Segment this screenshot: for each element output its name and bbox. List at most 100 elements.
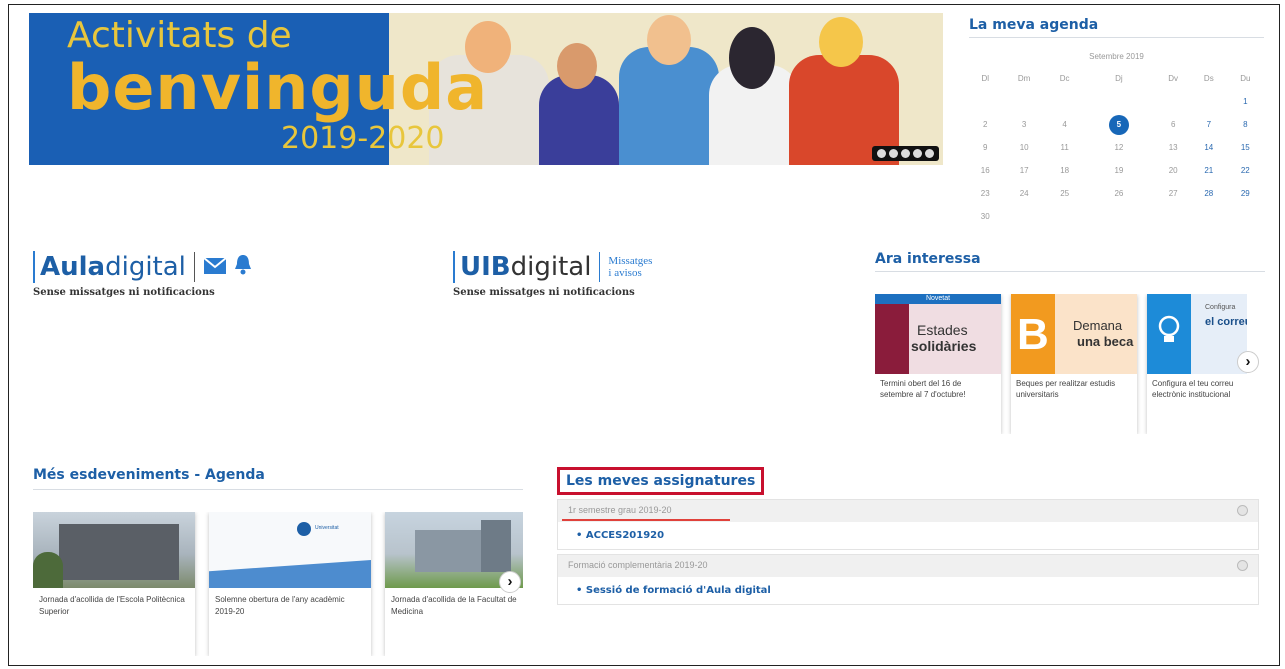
lightbulb-icon: [1155, 314, 1183, 353]
calendar-day: [1001, 205, 1046, 228]
calendar-day[interactable]: 17: [1001, 159, 1046, 182]
calendar-day[interactable]: 20: [1155, 159, 1191, 182]
course-link[interactable]: • Sessió de formació d'Aula digital: [558, 577, 1258, 604]
calendar-day: [1082, 90, 1155, 113]
calendar-day[interactable]: 26: [1082, 182, 1155, 205]
calendar-day[interactable]: 13: [1155, 136, 1191, 159]
aula-digital-logo[interactable]: Aula digital: [33, 251, 253, 283]
esdeveniments-carousel: Jornada d'acollida de l'Escola Politècni…: [33, 512, 523, 656]
calendar-day: [1191, 90, 1227, 113]
calendar-day[interactable]: 22: [1227, 159, 1264, 182]
calendar-day: [1047, 205, 1083, 228]
bell-icon[interactable]: [233, 252, 253, 282]
calendar-day[interactable]: 24: [1001, 182, 1046, 205]
calendar-day[interactable]: 14: [1191, 136, 1227, 159]
calendar-day[interactable]: 21: [1191, 159, 1227, 182]
annotation-underline: [562, 519, 730, 521]
calendar-weekday: Dc: [1059, 74, 1070, 83]
calendar-day[interactable]: 12: [1082, 136, 1155, 159]
prev-icon[interactable]: [889, 149, 898, 158]
calendar-day[interactable]: 7: [1191, 113, 1227, 136]
calendar-month: Setembre 2019: [1089, 52, 1144, 61]
agenda-panel: La meva agenda Setembre 2019 Dl Dm Dc Dj Dv D…: [969, 17, 1264, 228]
calendar-day[interactable]: 29: [1227, 182, 1264, 205]
esdeveniments-next-button[interactable]: ›: [499, 571, 521, 593]
course-link[interactable]: • ACCES201920: [558, 522, 1258, 549]
assignatures-title[interactable]: Les meves assignatures: [566, 473, 755, 489]
slider-controls[interactable]: [872, 146, 939, 161]
event-card[interactable]: Jornada d'acollida de l'Escola Politècni…: [33, 512, 195, 656]
uib-digital-block: UIB digital Missatges i avisos Sense miss…: [453, 251, 652, 298]
calendar-day[interactable]: 30: [969, 205, 1001, 228]
interessa-next-button[interactable]: ›: [1237, 351, 1259, 373]
calendar-weekday: Ds: [1203, 74, 1214, 83]
interessa-card[interactable]: Configura el correu Configura el teu cor…: [1147, 294, 1247, 434]
calendar-day: [1082, 205, 1155, 228]
calendar-day: [1155, 205, 1191, 228]
course-group-header[interactable]: Formació complementària 2019-20: [558, 555, 1258, 577]
calendar-weekday: Dj: [1115, 74, 1123, 83]
calendar-weekday: Du: [1240, 74, 1251, 83]
calendar-weekday: Dm: [1017, 74, 1031, 83]
esdeveniments-panel: Més esdeveniments - Agenda Jornada d'aco…: [33, 467, 523, 656]
aula-notice: Sense missatges ni notificacions: [33, 287, 215, 298]
calendar-day: [1155, 90, 1191, 113]
aula-digital-block: Aula digital Sense missatges ni notificac…: [33, 251, 253, 298]
calendar-day[interactable]: 19: [1082, 159, 1155, 182]
calendar-day[interactable]: 1: [1227, 90, 1264, 113]
calendar-weekday: Dv: [1168, 74, 1179, 83]
interessa-carousel: Novetat Estades solidàries Termini obert…: [875, 294, 1247, 434]
esdeveniments-title: Més esdeveniments - Agenda: [33, 467, 265, 483]
interessa-card[interactable]: Novetat Estades solidàries Termini obert…: [875, 294, 1001, 434]
calendar-day[interactable]: 10: [1001, 136, 1046, 159]
calendar-day[interactable]: 5: [1082, 113, 1155, 136]
messages-link[interactable]: Missatges i avisos: [608, 255, 652, 279]
calendar-day[interactable]: 27: [1155, 182, 1191, 205]
next-icon[interactable]: [925, 149, 934, 158]
welcome-banner[interactable]: Activitats de benvinguda 2019-2020: [29, 13, 943, 165]
ara-interessa-panel: Ara interessa Novetat Estades solidàries…: [875, 251, 1265, 434]
uib-notice: Sense missatges ni notificacions: [453, 287, 635, 298]
dot-icon[interactable]: [901, 149, 910, 158]
calendar-day: [969, 90, 1001, 113]
collapse-toggle-icon[interactable]: [1237, 560, 1248, 571]
calendar-day: [1001, 90, 1046, 113]
agenda-title: La meva agenda: [969, 17, 1099, 33]
assignatures-title-highlight: Les meves assignatures: [557, 467, 765, 495]
calendar-today[interactable]: 5: [1108, 114, 1129, 135]
calendar-day[interactable]: 6: [1155, 113, 1191, 136]
calendar-day[interactable]: 2: [969, 113, 1001, 136]
course-group: 1r semestre grau 2019-20 • ACCES201920: [557, 499, 1259, 550]
calendar-day[interactable]: 15: [1227, 136, 1264, 159]
page-frame: Activitats de benvinguda 2019-2020 La me…: [8, 4, 1280, 666]
calendar-day: [1047, 90, 1083, 113]
calendar-day[interactable]: 18: [1047, 159, 1083, 182]
calendar-day: [1191, 205, 1227, 228]
banner-line-1: Activitats de: [67, 15, 292, 56]
calendar: Setembre 2019 Dl Dm Dc Dj Dv Ds Du 1 2 3 4 5 6 7 8 9 10…: [969, 52, 1264, 228]
calendar-day[interactable]: 16: [969, 159, 1001, 182]
uib-digital-logo[interactable]: UIB digital Missatges i avisos: [453, 251, 652, 283]
course-group: Formació complementària 2019-20 • Sessió…: [557, 554, 1259, 605]
calendar-day[interactable]: 8: [1227, 113, 1264, 136]
pause-icon[interactable]: [877, 149, 886, 158]
course-group-header[interactable]: 1r semestre grau 2019-20: [558, 500, 1258, 522]
calendar-day[interactable]: 25: [1047, 182, 1083, 205]
calendar-weekday: Dl: [981, 74, 989, 83]
banner-year: 2019-2020: [281, 121, 445, 156]
event-card[interactable]: Universitat Solemne obertura de l'any ac…: [209, 512, 371, 656]
ara-interessa-title: Ara interessa: [875, 251, 981, 267]
calendar-day[interactable]: 11: [1047, 136, 1083, 159]
assignatures-panel: Les meves assignatures 1r semestre grau …: [557, 467, 1259, 605]
calendar-day[interactable]: 23: [969, 182, 1001, 205]
banner-line-2: benvinguda: [67, 51, 489, 124]
envelope-icon[interactable]: [203, 252, 227, 282]
calendar-day: [1227, 205, 1264, 228]
calendar-day[interactable]: 4: [1047, 113, 1083, 136]
dot-icon[interactable]: [913, 149, 922, 158]
calendar-day[interactable]: 28: [1191, 182, 1227, 205]
collapse-toggle-icon[interactable]: [1237, 505, 1248, 516]
interessa-card[interactable]: B Demana una beca Beques per realitzar e…: [1011, 294, 1137, 434]
calendar-day[interactable]: 3: [1001, 113, 1046, 136]
calendar-day[interactable]: 9: [969, 136, 1001, 159]
